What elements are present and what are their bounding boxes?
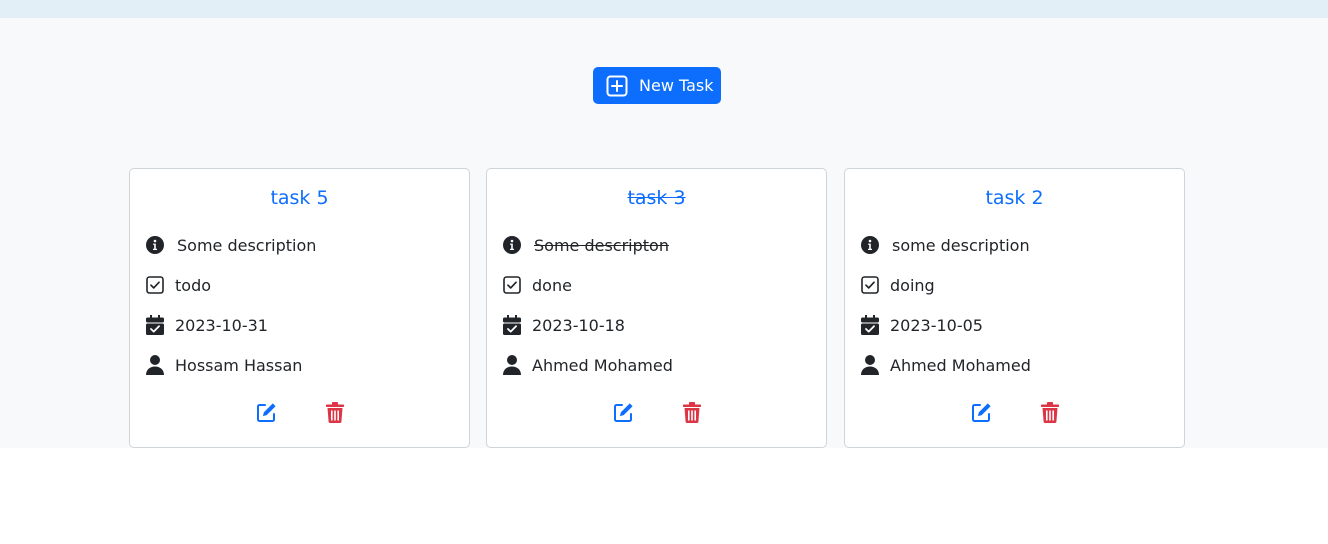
task-description: Some description [177,235,317,255]
top-bar [0,0,1328,18]
task-assignee: Ahmed Mohamed [890,355,1031,375]
edit-icon[interactable] [612,400,634,424]
task-status: doing [890,275,935,295]
trash-icon[interactable] [324,400,346,424]
task-assignee-row: Ahmed Mohamed [503,353,673,377]
task-assignee: Hossam Hassan [175,355,303,375]
calendar-check-icon [861,315,879,335]
task-due-date-row: 2023-10-18 [503,313,625,337]
task-description-row: Some description [146,233,316,257]
task-description: Some descripton [534,235,669,255]
task-status-row: todo [146,273,211,297]
task-actions [130,400,469,424]
task-status-row: done [503,273,572,297]
info-circle-icon [861,235,879,255]
check-square-icon [503,275,521,295]
info-circle-icon [503,235,521,255]
task-title: task 5 [270,187,329,209]
task-card: task 3 Some descripton done 2023-10-18 A… [486,168,827,448]
info-circle-icon [146,235,164,255]
person-icon [503,355,521,375]
task-due-date: 2023-10-05 [890,315,983,335]
calendar-check-icon [503,315,521,335]
person-icon [146,355,164,375]
calendar-check-icon [146,315,164,335]
person-icon [861,355,879,375]
task-due-date: 2023-10-18 [532,315,625,335]
new-task-label: New Task [639,76,714,95]
task-assignee-row: Ahmed Mohamed [861,353,1031,377]
task-description-row: some description [861,233,1030,257]
task-due-date: 2023-10-31 [175,315,268,335]
plus-square-icon [606,75,628,97]
task-due-date-row: 2023-10-31 [146,313,268,337]
task-assignee: Ahmed Mohamed [532,355,673,375]
edit-icon[interactable] [255,400,277,424]
task-actions [487,400,826,424]
check-square-icon [146,275,164,295]
task-description: some description [892,235,1030,255]
task-actions [845,400,1184,424]
task-title: task 3 [627,187,686,209]
task-card: task 2 some description doing 2023-10-05… [844,168,1185,448]
trash-icon[interactable] [681,400,703,424]
task-due-date-row: 2023-10-05 [861,313,983,337]
task-title: task 2 [985,187,1044,209]
task-assignee-row: Hossam Hassan [146,353,302,377]
task-status: done [532,275,572,295]
check-square-icon [861,275,879,295]
task-card: task 5 Some description todo 2023-10-31 … [129,168,470,448]
trash-icon[interactable] [1039,400,1061,424]
task-status: todo [175,275,212,295]
task-status-row: doing [861,273,935,297]
edit-icon[interactable] [970,400,992,424]
task-description-row: Some descripton [503,233,669,257]
new-task-button[interactable]: New Task [593,67,721,104]
